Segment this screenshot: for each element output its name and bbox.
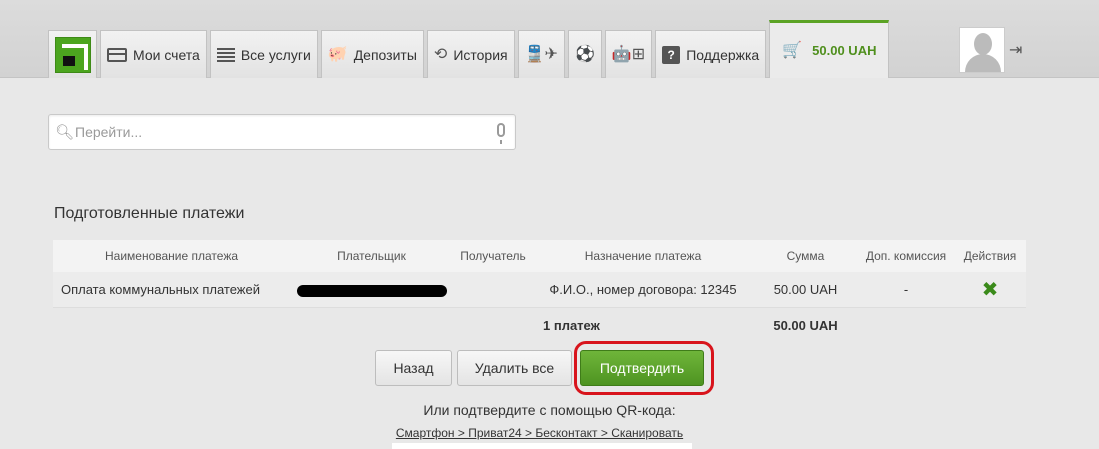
column-header: Доп. комиссия <box>865 249 947 263</box>
nav-tabs: Мои счета Все услуги 🐖 Депозиты ⟲ Истори… <box>48 20 892 78</box>
tab-transport[interactable]: 🚆 ✈ <box>517 30 565 78</box>
logout-icon[interactable]: ⇥ <box>1009 42 1027 60</box>
tab-label: Поддержка <box>686 46 760 63</box>
payments-table: Наименование платежа Плательщик Получате… <box>53 240 1026 342</box>
qr-steps-link[interactable]: Смартфон > Приват24 > Бесконтакт > Скани… <box>0 426 1079 440</box>
list-icon <box>216 47 235 62</box>
avatar-head <box>974 33 992 55</box>
delete-all-button[interactable]: Удалить все <box>457 350 572 386</box>
user-avatar[interactable] <box>959 27 1005 73</box>
page-title: Подготовленные платежи <box>54 205 245 222</box>
privatbank-logo-icon <box>54 36 91 73</box>
column-header: Плательщик <box>337 249 406 263</box>
tab-my-accounts[interactable]: Мои счета <box>100 30 207 78</box>
ball-icon: ⚽ <box>574 45 595 63</box>
tab-label: История <box>453 46 508 63</box>
back-button[interactable]: Назад <box>375 350 452 386</box>
payer-cell <box>290 282 453 297</box>
tab-deposits[interactable]: 🐖 Депозиты <box>320 30 424 78</box>
tab-history[interactable]: ⟲ История <box>426 30 515 78</box>
tab-all-services[interactable]: Все услуги <box>209 30 318 78</box>
question-icon: ? <box>662 45 681 64</box>
tab-cart[interactable]: 🛒 50.00 UAH <box>769 20 890 78</box>
table-total-row: 1 платеж 50.00 UAH <box>53 308 1026 342</box>
column-header: Сумма <box>786 249 825 263</box>
search-icon: 🔍︎ <box>55 124 75 141</box>
tab-label: Мои счета <box>133 46 200 63</box>
confirm-highlight-annotation <box>574 341 714 395</box>
cart-icon: 🛒 <box>782 41 803 59</box>
top-navigation-bar: Мои счета Все услуги 🐖 Депозиты ⟲ Истори… <box>0 0 1099 78</box>
total-count: 1 платеж <box>543 317 600 333</box>
payment-amount: 50.00 UAH <box>773 282 838 297</box>
total-amount: 50.00 UAH <box>773 317 838 333</box>
payment-commission: - <box>903 282 909 297</box>
redaction-bar <box>296 284 447 297</box>
privatbank-logo-tab[interactable] <box>48 30 97 78</box>
delete-payment-icon[interactable]: ✖ <box>982 279 999 301</box>
tab-label: Депозиты <box>353 46 417 63</box>
card-icon <box>107 47 127 62</box>
column-header: Действия <box>963 249 1017 263</box>
tab-support[interactable]: ? Поддержка <box>655 30 767 78</box>
search-box: 🔍︎ <box>48 114 516 150</box>
tab-games[interactable]: ⚽ <box>567 30 602 78</box>
avatar-body <box>965 54 1001 72</box>
payment-purpose: Ф.И.О., номер договора: 12345 <box>549 282 737 297</box>
android-icon: 🤖 <box>611 45 632 63</box>
table-header: Наименование платежа Плательщик Получате… <box>53 240 1026 272</box>
piggy-bank-icon: 🐖 <box>327 45 348 63</box>
cart-amount: 50.00 UAH <box>812 43 877 58</box>
history-icon: ⟲ <box>433 45 448 63</box>
search-input[interactable] <box>75 121 475 143</box>
tab-mobile-platforms[interactable]: 🤖 ⊞ <box>604 30 653 78</box>
table-row: Оплата коммунальных платежей Ф.И.О., ном… <box>53 272 1026 308</box>
column-header: Получатель <box>460 249 526 263</box>
train-icon: 🚆 <box>524 45 545 63</box>
windows-icon: ⊞ <box>631 45 646 63</box>
qr-instruction: Или подтвердите с помощью QR-кода: <box>423 402 676 418</box>
airplane-icon: ✈ <box>544 45 558 63</box>
microphone-icon[interactable] <box>497 123 505 144</box>
bottom-panel-edge <box>392 443 692 449</box>
column-header: Наименование платежа <box>104 249 239 263</box>
payment-name: Оплата коммунальных платежей <box>61 282 260 297</box>
column-header: Назначение платежа <box>584 249 702 263</box>
tab-label: Все услуги <box>240 46 311 63</box>
actions-cell: ✖ <box>954 277 1026 302</box>
